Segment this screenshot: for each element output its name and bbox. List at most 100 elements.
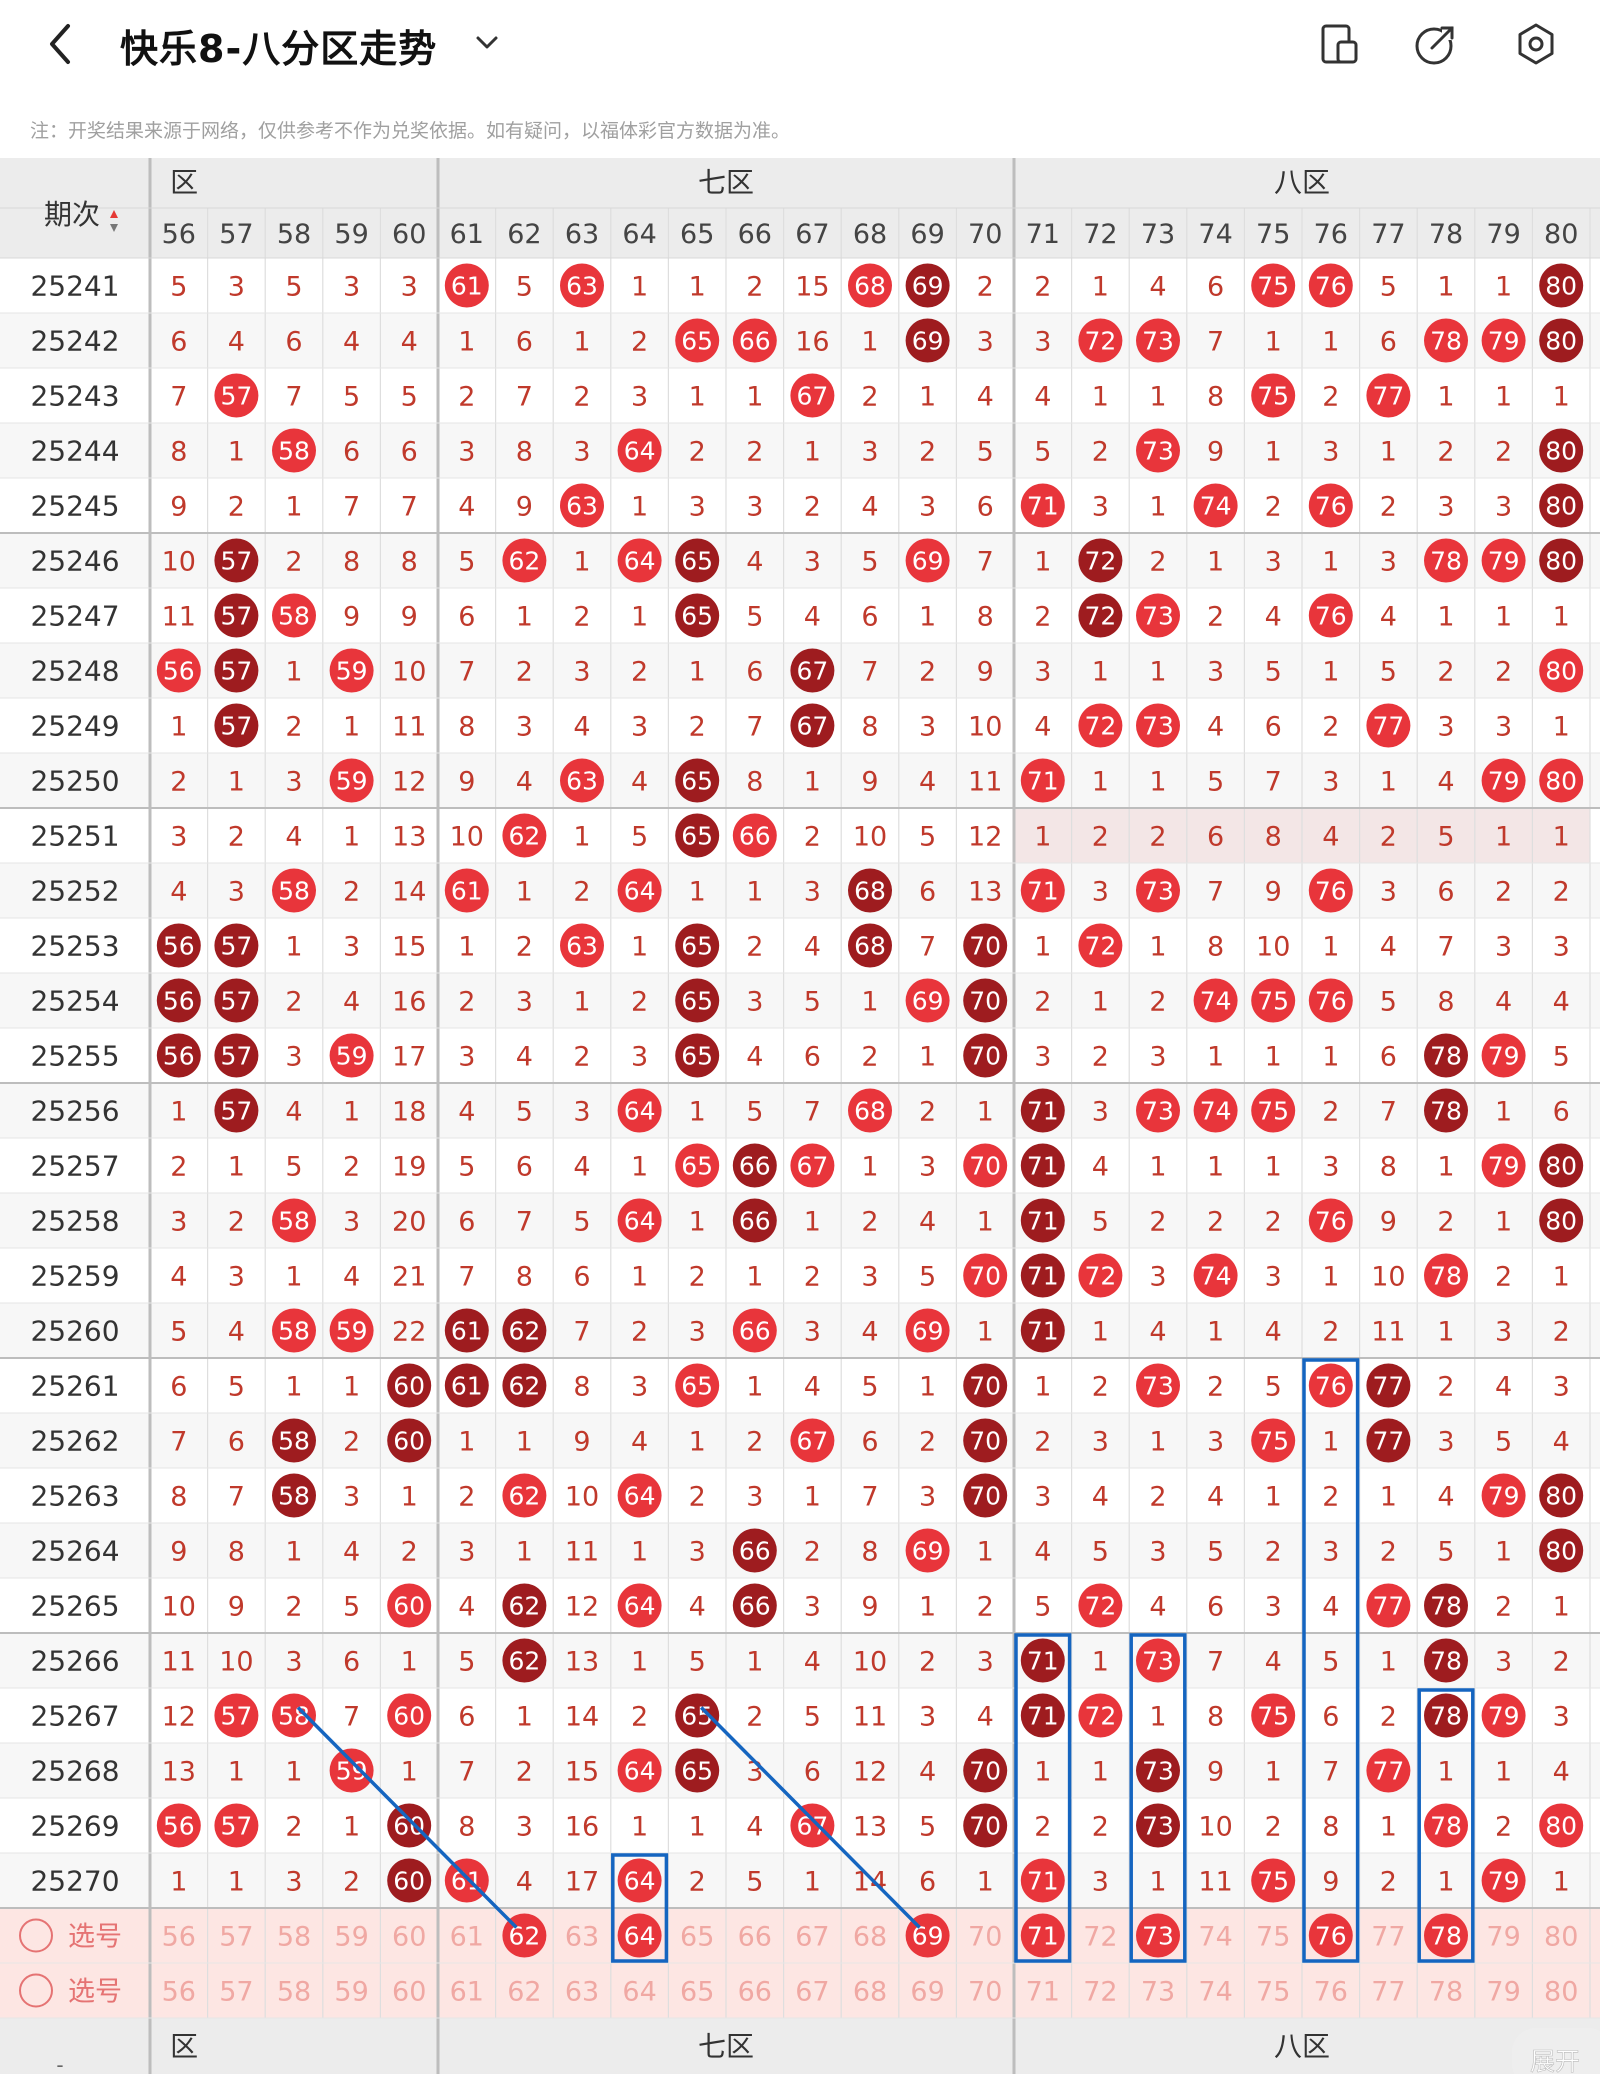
select-number[interactable]: 65 bbox=[680, 1977, 714, 2008]
hit-number: 62 bbox=[508, 1317, 540, 1346]
select-number[interactable]: 68 bbox=[853, 1977, 887, 2008]
select-number[interactable]: 66 bbox=[738, 1922, 772, 1953]
select-number[interactable]: 78 bbox=[1429, 1977, 1463, 2008]
miss-count: 2 bbox=[516, 932, 533, 963]
select-number[interactable]: 61 bbox=[450, 1922, 484, 1953]
select-label[interactable]: 选号 bbox=[68, 1977, 122, 2008]
select-number[interactable]: 70 bbox=[968, 1977, 1002, 2008]
miss-count: 3 bbox=[1092, 1427, 1109, 1458]
miss-count: 6 bbox=[1380, 327, 1397, 358]
select-number[interactable]: 75 bbox=[1256, 1922, 1290, 1953]
miss-count: 5 bbox=[516, 272, 533, 303]
select-number[interactable]: 79 bbox=[1486, 1977, 1520, 2008]
chevron-down-icon[interactable] bbox=[472, 28, 502, 58]
selected-number[interactable]: 64 bbox=[624, 1922, 656, 1951]
hit-number: 71 bbox=[1027, 1262, 1059, 1291]
share-icon[interactable] bbox=[1412, 20, 1460, 68]
miss-count: 12 bbox=[853, 1757, 887, 1788]
miss-count: 3 bbox=[228, 877, 245, 908]
select-number[interactable]: 73 bbox=[1141, 1977, 1175, 2008]
miss-count: 3 bbox=[1437, 492, 1454, 523]
miss-count: 6 bbox=[1437, 877, 1454, 908]
miss-count: 6 bbox=[1265, 712, 1282, 743]
select-number[interactable]: 62 bbox=[507, 1977, 541, 2008]
hit-number: 79 bbox=[1488, 1152, 1520, 1181]
miss-count: 9 bbox=[401, 602, 418, 633]
select-number[interactable]: 56 bbox=[162, 1977, 196, 2008]
miss-count: 1 bbox=[1092, 657, 1109, 688]
miss-count: 4 bbox=[977, 1702, 994, 1733]
selected-number[interactable]: 73 bbox=[1142, 1922, 1174, 1951]
hit-number: 78 bbox=[1430, 327, 1462, 356]
select-number[interactable]: 58 bbox=[277, 1922, 311, 1953]
select-number[interactable]: 63 bbox=[565, 1922, 599, 1953]
select-number[interactable]: 77 bbox=[1371, 1922, 1405, 1953]
select-number[interactable]: 61 bbox=[450, 1977, 484, 2008]
select-number[interactable]: 69 bbox=[910, 1977, 944, 2008]
select-number[interactable]: 68 bbox=[853, 1922, 887, 1953]
select-number[interactable]: 72 bbox=[1083, 1922, 1117, 1953]
miss-count: 1 bbox=[1149, 492, 1166, 523]
miss-count: 16 bbox=[392, 987, 426, 1018]
miss-count: 3 bbox=[1553, 1702, 1570, 1733]
miss-count: 5 bbox=[1034, 1592, 1051, 1623]
select-number[interactable]: 74 bbox=[1198, 1977, 1232, 2008]
select-number[interactable]: 67 bbox=[795, 1977, 829, 2008]
chevron-left-icon[interactable] bbox=[42, 20, 82, 68]
miss-count: 5 bbox=[919, 1262, 936, 1293]
select-number[interactable]: 71 bbox=[1026, 1977, 1060, 2008]
miss-count: 1 bbox=[1437, 272, 1454, 303]
device-icon[interactable] bbox=[1316, 20, 1364, 68]
select-number[interactable]: 65 bbox=[680, 1922, 714, 1953]
miss-count: 6 bbox=[919, 1867, 936, 1898]
miss-count: 5 bbox=[516, 1097, 533, 1128]
miss-count: 3 bbox=[1207, 657, 1224, 688]
select-number[interactable]: 67 bbox=[795, 1922, 829, 1953]
hit-number: 80 bbox=[1545, 1482, 1577, 1511]
selected-number[interactable]: 76 bbox=[1315, 1922, 1347, 1951]
select-number[interactable]: 57 bbox=[219, 1977, 253, 2008]
hit-number: 74 bbox=[1200, 987, 1232, 1016]
select-number[interactable]: 58 bbox=[277, 1977, 311, 2008]
hit-number: 57 bbox=[220, 602, 252, 631]
select-number[interactable]: 66 bbox=[738, 1977, 772, 2008]
select-number[interactable]: 63 bbox=[565, 1977, 599, 2008]
miss-count: 2 bbox=[1380, 822, 1397, 853]
select-number[interactable]: 59 bbox=[334, 1922, 368, 1953]
selected-number[interactable]: 78 bbox=[1430, 1922, 1462, 1951]
select-number[interactable]: 70 bbox=[968, 1922, 1002, 1953]
page-title[interactable]: 快乐8-八分区走势 bbox=[120, 18, 437, 73]
miss-count: 1 bbox=[1322, 547, 1339, 578]
miss-count: 1 bbox=[228, 1152, 245, 1183]
miss-count: 4 bbox=[1149, 1592, 1166, 1623]
column-number: 74 bbox=[1198, 219, 1232, 250]
select-number[interactable]: 64 bbox=[622, 1977, 656, 2008]
settings-icon[interactable] bbox=[1512, 20, 1560, 68]
select-number[interactable]: 59 bbox=[334, 1977, 368, 2008]
select-number[interactable]: 80 bbox=[1544, 1922, 1578, 1953]
select-number[interactable]: 57 bbox=[219, 1922, 253, 1953]
miss-count: 7 bbox=[861, 657, 878, 688]
miss-count: 1 bbox=[1553, 822, 1570, 853]
miss-count: 1 bbox=[516, 1702, 533, 1733]
miss-count: 4 bbox=[458, 492, 475, 523]
select-number[interactable]: 72 bbox=[1083, 1977, 1117, 2008]
miss-count: 5 bbox=[1380, 657, 1397, 688]
select-number[interactable]: 80 bbox=[1544, 1977, 1578, 2008]
select-number[interactable]: 76 bbox=[1314, 1977, 1348, 2008]
selected-number[interactable]: 71 bbox=[1027, 1922, 1059, 1951]
miss-count: 5 bbox=[285, 1152, 302, 1183]
select-number[interactable]: 60 bbox=[392, 1977, 426, 2008]
select-number[interactable]: 56 bbox=[162, 1922, 196, 1953]
select-number[interactable]: 60 bbox=[392, 1922, 426, 1953]
select-label[interactable]: 选号 bbox=[68, 1922, 122, 1953]
select-number[interactable]: 74 bbox=[1198, 1922, 1232, 1953]
select-number[interactable]: 77 bbox=[1371, 1977, 1405, 2008]
expand-label[interactable]: 展开 bbox=[1530, 2047, 1581, 2074]
select-number[interactable]: 75 bbox=[1256, 1977, 1290, 2008]
select-number[interactable]: 79 bbox=[1486, 1922, 1520, 1953]
hit-number: 71 bbox=[1027, 1867, 1059, 1896]
period-header[interactable]: 期次 bbox=[44, 198, 100, 231]
miss-count: 2 bbox=[1207, 1372, 1224, 1403]
hit-number: 71 bbox=[1027, 767, 1059, 796]
